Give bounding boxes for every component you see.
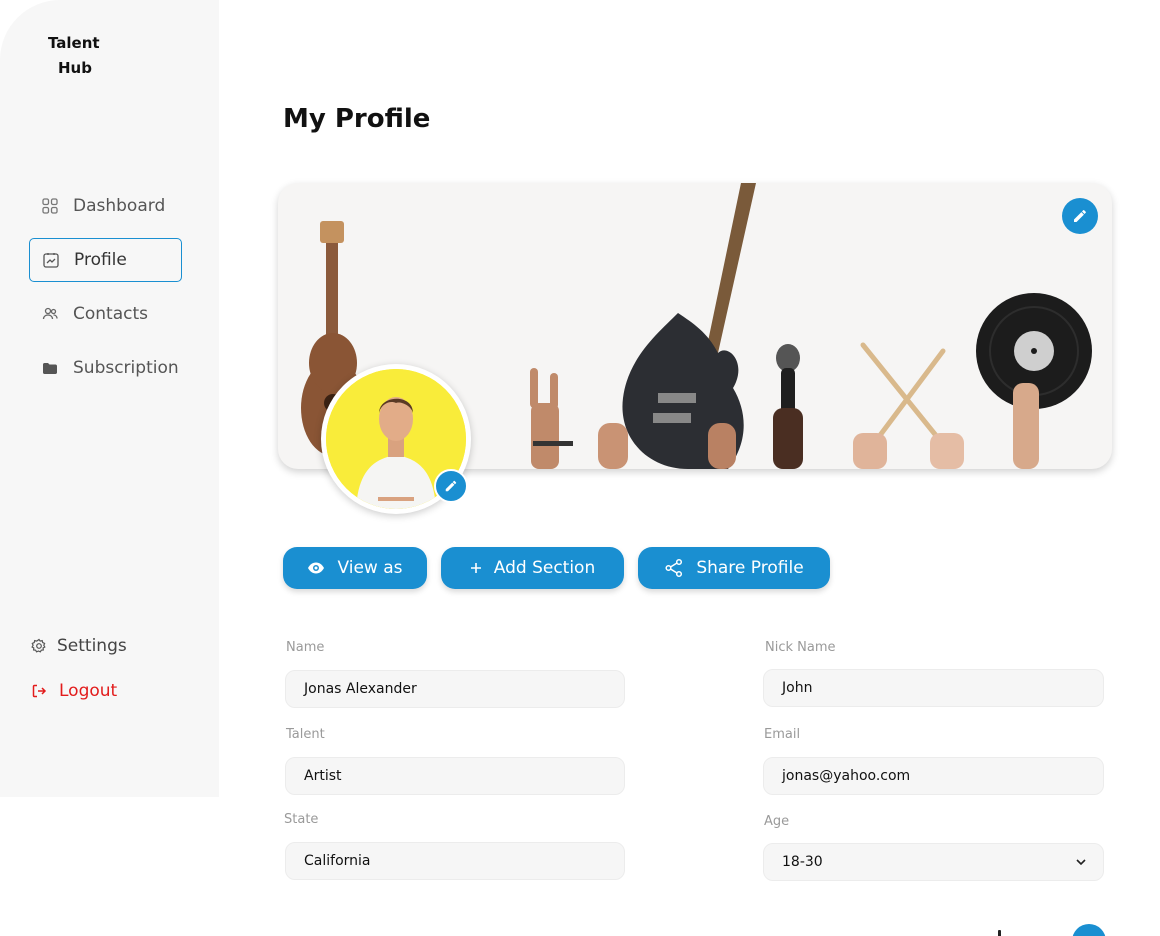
name-label: Name	[286, 640, 325, 655]
sidebar-item-label: Contacts	[73, 304, 148, 324]
age-select[interactable]: 18-30	[763, 843, 1104, 881]
name-value: Jonas Alexander	[304, 681, 417, 697]
logout-link[interactable]: Logout	[31, 681, 117, 701]
partial-icon	[998, 930, 1001, 936]
vinyl-record-illustration	[976, 293, 1092, 469]
guitar-illustration	[598, 183, 756, 469]
sidebar-item-label: Dashboard	[73, 196, 166, 216]
profile-card-icon	[42, 251, 60, 269]
view-as-button[interactable]: View as	[283, 547, 427, 589]
logout-label: Logout	[59, 681, 118, 701]
nick-name-field[interactable]: John	[763, 669, 1104, 707]
email-value: jonas@yahoo.com	[782, 768, 911, 784]
sidebar-item-label: Profile	[74, 250, 127, 270]
state-label: State	[284, 812, 319, 827]
talent-field[interactable]: Artist	[285, 757, 625, 795]
age-label: Age	[764, 814, 790, 829]
chevron-down-icon	[1075, 856, 1087, 868]
email-label: Email	[764, 727, 801, 742]
sidebar-item-label: Subscription	[73, 358, 179, 378]
name-field[interactable]: Jonas Alexander	[285, 670, 625, 708]
sidebar-item-profile[interactable]: Profile	[29, 238, 182, 282]
folder-icon	[41, 359, 59, 377]
view-as-label: View as	[337, 558, 403, 578]
brand-logo[interactable]: Talent Hub	[48, 31, 100, 81]
share-profile-button[interactable]: Share Profile	[638, 547, 830, 589]
talent-value: Artist	[304, 768, 342, 784]
add-section-button[interactable]: Add Section	[441, 547, 624, 589]
dashboard-grid-icon	[41, 197, 59, 215]
edit-avatar-button[interactable]	[434, 469, 468, 503]
share-icon	[664, 558, 684, 578]
email-field[interactable]: jonas@yahoo.com	[763, 757, 1104, 795]
nick-name-label: Nick Name	[765, 640, 836, 655]
state-value: California	[304, 853, 371, 869]
gear-icon	[31, 638, 47, 654]
share-profile-label: Share Profile	[696, 558, 804, 578]
eye-icon	[307, 561, 325, 575]
logout-icon	[31, 683, 47, 699]
contacts-icon	[41, 305, 59, 323]
plus-icon	[470, 562, 482, 574]
drumsticks-illustration	[860, 342, 946, 441]
microphone-illustration	[773, 344, 803, 469]
page-title: My Profile	[283, 104, 431, 134]
age-value: 18-30	[782, 854, 823, 870]
brand-line-1: Talent	[48, 34, 100, 52]
talent-label: Talent	[286, 727, 325, 742]
sidebar-item-dashboard[interactable]: Dashboard	[29, 184, 182, 228]
sidebar: Talent Hub Dashboard Profile Contacts Su…	[0, 0, 219, 797]
settings-label: Settings	[57, 636, 127, 656]
sidebar-item-contacts[interactable]: Contacts	[29, 292, 182, 336]
pencil-icon	[445, 480, 457, 492]
brand-line-2: Hub	[58, 59, 92, 77]
sidebar-item-subscription[interactable]: Subscription	[29, 346, 182, 390]
floating-action-button[interactable]	[1072, 924, 1106, 936]
pencil-icon	[1074, 210, 1086, 222]
edit-cover-button[interactable]	[1062, 198, 1098, 234]
settings-link[interactable]: Settings	[31, 636, 127, 656]
nick-name-value: John	[782, 680, 813, 696]
state-field[interactable]: California	[285, 842, 625, 880]
add-section-label: Add Section	[493, 558, 596, 578]
rock-hand-illustration	[530, 368, 573, 469]
hands-illustration	[853, 433, 964, 469]
